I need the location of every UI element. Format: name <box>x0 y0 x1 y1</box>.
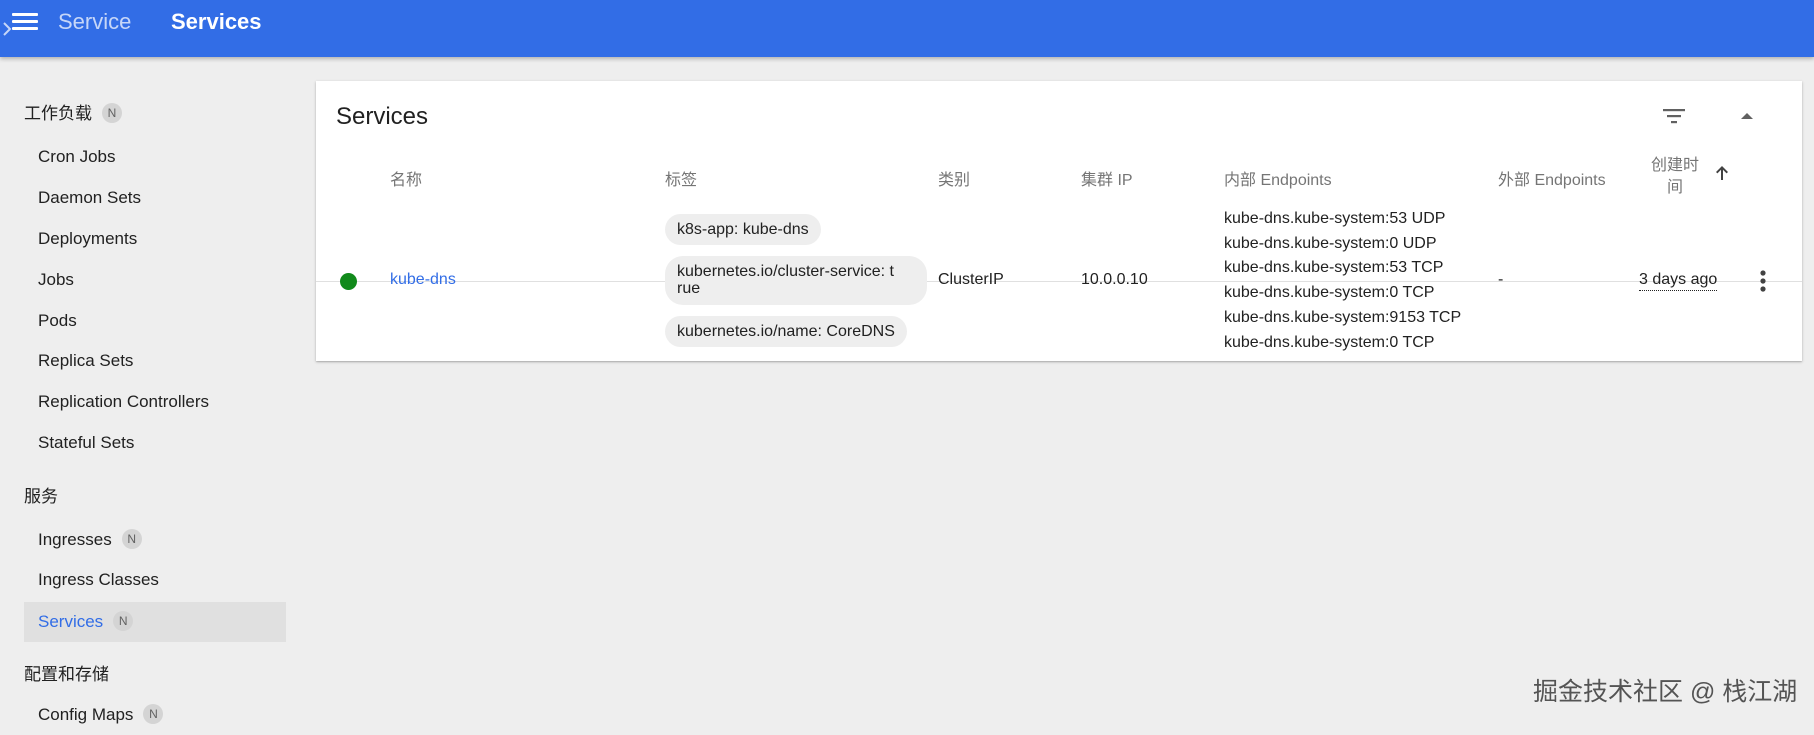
sidebar: 工作负载 N Cron Jobs Daemon Sets Deployments … <box>0 57 300 724</box>
sidebar-item-pods[interactable]: Pods <box>24 301 286 341</box>
column-header-internal-endpoints: 内部 Endpoints <box>1224 172 1332 189</box>
column-header-name[interactable]: 名称 <box>390 166 422 190</box>
column-header-created-line1: 创建时 <box>1650 157 1699 174</box>
column-header-created[interactable]: 创建时 间 <box>1646 155 1704 199</box>
sidebar-item-label: Deployments <box>38 229 138 248</box>
sidebar-item-config-maps[interactable]: Config Maps N <box>24 695 286 735</box>
label-chip-text: kubernetes.io/cluster-service: t <box>677 263 894 280</box>
sidebar-item-label: Stateful Sets <box>38 433 135 452</box>
new-badge: N <box>113 611 134 631</box>
sidebar-item-services[interactable]: Services N <box>24 602 286 642</box>
internal-endpoint: kube-dns.kube-system:0 TCP <box>1224 334 1435 351</box>
services-card: Services 名称 标签 类别 集群 IP 内部 Endpoints 外部 … <box>316 81 1802 361</box>
service-name-link[interactable]: kube-dns <box>390 271 456 289</box>
breadcrumb-parent[interactable]: Service <box>58 8 131 36</box>
sidebar-section-label: 工作负载 <box>24 104 92 123</box>
sidebar-item-label: Ingresses <box>38 530 112 549</box>
sidebar-item-label: Services <box>38 612 104 631</box>
sidebar-item-label: Pods <box>38 311 77 330</box>
new-badge: N <box>143 704 164 724</box>
internal-endpoint: kube-dns.kube-system:0 TCP <box>1224 284 1435 301</box>
status-running-icon <box>340 273 357 290</box>
internal-endpoint: kube-dns.kube-system:53 UDP <box>1224 210 1446 227</box>
sidebar-item-jobs[interactable]: Jobs <box>24 260 286 300</box>
sidebar-section-label: 服务 <box>24 487 58 506</box>
service-type: ClusterIP <box>938 271 1004 288</box>
sidebar-item-label: Replica Sets <box>38 351 134 370</box>
label-chip: kubernetes.io/cluster-service: t rue <box>665 256 927 305</box>
sidebar-item-deployments[interactable]: Deployments <box>24 219 286 259</box>
sidebar-item-replica-sets[interactable]: Replica Sets <box>24 341 286 381</box>
sidebar-section-config-storage[interactable]: 配置和存储 <box>24 660 109 685</box>
label-chip: k8s-app: kube-dns <box>665 214 821 245</box>
table-header <box>316 200 1802 282</box>
sidebar-section-workloads[interactable]: 工作负载 N <box>24 99 122 124</box>
breadcrumb-current: Services <box>171 9 262 34</box>
sidebar-item-label: Ingress Classes <box>38 570 159 589</box>
column-header-created-line2: 间 <box>1666 179 1683 196</box>
internal-endpoint: kube-dns.kube-system:53 TCP <box>1224 259 1444 276</box>
new-badge: N <box>102 103 122 123</box>
sidebar-item-label: Cron Jobs <box>38 147 116 166</box>
sidebar-item-label: Replication Controllers <box>38 392 210 411</box>
column-header-type: 类别 <box>938 172 971 189</box>
top-bar: Service Services <box>0 0 1814 57</box>
internal-endpoint: kube-dns.kube-system:0 UDP <box>1224 235 1437 252</box>
label-chip-text: k8s-app: kube-dns <box>677 221 809 238</box>
cluster-ip: 10.0.0.10 <box>1081 271 1148 288</box>
sidebar-item-label: Jobs <box>38 270 74 289</box>
sidebar-item-ingresses[interactable]: Ingresses N <box>24 520 286 560</box>
arrow-upward-icon[interactable] <box>1712 163 1732 183</box>
card-title: Services <box>336 103 429 130</box>
column-header-labels: 标签 <box>665 172 698 189</box>
arrow-up-icon[interactable] <box>1729 98 1765 134</box>
label-chip-text: rue <box>677 280 701 297</box>
sidebar-item-label: Config Maps <box>38 705 134 724</box>
column-header-cluster-ip: 集群 IP <box>1081 172 1133 189</box>
sidebar-item-stateful-sets[interactable]: Stateful Sets <box>24 423 286 463</box>
column-header-external-endpoints: 外部 Endpoints <box>1498 172 1606 189</box>
more-vert-icon[interactable] <box>1751 265 1775 297</box>
sidebar-item-replication-controllers[interactable]: Replication Controllers <box>24 382 286 422</box>
filter-icon[interactable] <box>1656 98 1692 134</box>
sidebar-item-ingress-classes[interactable]: Ingress Classes <box>24 560 286 600</box>
sidebar-item-cron-jobs[interactable]: Cron Jobs <box>24 137 286 177</box>
menu-icon[interactable] <box>12 11 38 33</box>
internal-endpoint: kube-dns.kube-system:9153 TCP <box>1224 309 1462 326</box>
created-age: 3 days ago <box>1639 270 1718 291</box>
new-badge: N <box>121 529 142 549</box>
watermark: 掘金技术社区 @ 栈江湖 <box>1533 678 1798 706</box>
external-endpoints: - <box>1498 271 1504 288</box>
label-chip: kubernetes.io/name: CoreDNS <box>665 316 907 347</box>
sidebar-item-daemon-sets[interactable]: Daemon Sets <box>24 178 286 218</box>
sidebar-section-label: 配置和存储 <box>24 665 109 684</box>
label-chip-text: kubernetes.io/name: CoreDNS <box>677 323 895 340</box>
sidebar-section-services[interactable]: 服务 <box>24 482 58 507</box>
sidebar-item-label: Daemon Sets <box>38 188 141 207</box>
